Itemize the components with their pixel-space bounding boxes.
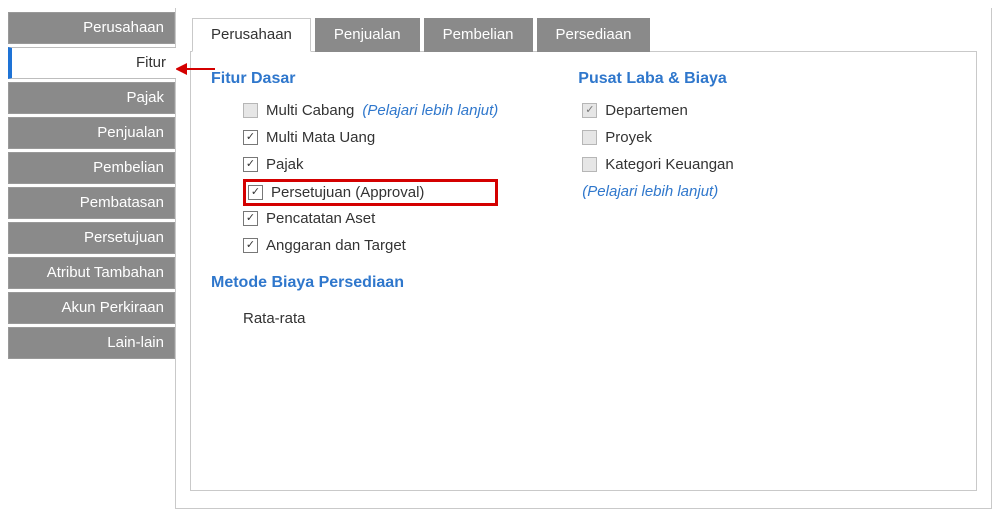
checkbox-label: Multi Cabang (266, 102, 354, 119)
checkbox-label: Pajak (266, 156, 304, 173)
learn-more-link[interactable]: (Pelajari lebih lanjut) (362, 102, 498, 119)
tab-persediaan[interactable]: Persediaan (537, 18, 651, 52)
check-row-multi-cabang: Multi Cabang (Pelajari lebih lanjut) (243, 98, 498, 125)
checkbox-label: Pencatatan Aset (266, 210, 375, 227)
learn-more-row: (Pelajari lebih lanjut) (582, 179, 733, 206)
checkbox-pencatatan-aset[interactable]: ✓ (243, 211, 258, 226)
section-title-metode-biaya: Metode Biaya Persediaan (211, 274, 498, 292)
checkbox-label: Departemen (605, 102, 688, 119)
learn-more-link-plb[interactable]: (Pelajari lebih lanjut) (582, 183, 718, 200)
sidebar: Perusahaan Fitur Pajak Penjualan Pembeli… (8, 8, 175, 509)
check-row-proyek: Proyek (582, 125, 733, 152)
checkbox-kategori-keuangan (582, 157, 597, 172)
sidebar-item-fitur[interactable]: Fitur (8, 47, 176, 79)
check-row-multi-mata-uang: ✓ Multi Mata Uang (243, 125, 498, 152)
sidebar-item-pembelian[interactable]: Pembelian (8, 152, 175, 184)
checkbox-label: Proyek (605, 129, 652, 146)
metode-biaya-value: Rata-rata (211, 302, 498, 327)
checkbox-multi-mata-uang[interactable]: ✓ (243, 130, 258, 145)
checkbox-persetujuan[interactable]: ✓ (248, 185, 263, 200)
sidebar-item-lain-lain[interactable]: Lain-lain (8, 327, 175, 359)
sidebar-item-atribut-tambahan[interactable]: Atribut Tambahan (8, 257, 175, 289)
check-row-pajak: ✓ Pajak (243, 152, 498, 179)
checkbox-pajak[interactable]: ✓ (243, 157, 258, 172)
sidebar-item-persetujuan[interactable]: Persetujuan (8, 222, 175, 254)
tab-body: Fitur Dasar Multi Cabang (Pelajari lebih… (190, 51, 977, 491)
checkbox-multi-cabang (243, 103, 258, 118)
tab-pembelian[interactable]: Pembelian (424, 18, 533, 52)
section-title-fitur-dasar: Fitur Dasar (211, 70, 498, 88)
check-row-anggaran-target: ✓ Anggaran dan Target (243, 233, 498, 260)
checkbox-anggaran-target[interactable]: ✓ (243, 238, 258, 253)
checkbox-label: Multi Mata Uang (266, 129, 375, 146)
check-row-kategori-keuangan: Kategori Keuangan (582, 152, 733, 179)
content-area: Perusahaan Penjualan Pembelian Persediaa… (175, 8, 992, 509)
sidebar-item-akun-perkiraan[interactable]: Akun Perkiraan (8, 292, 175, 324)
checkbox-label: Kategori Keuangan (605, 156, 733, 173)
sidebar-item-pajak[interactable]: Pajak (8, 82, 175, 114)
checkbox-departemen: ✓ (582, 103, 597, 118)
check-row-departemen: ✓ Departemen (582, 98, 733, 125)
checkbox-label: Persetujuan (Approval) (271, 184, 424, 201)
sidebar-item-penjualan[interactable]: Penjualan (8, 117, 175, 149)
checkbox-proyek (582, 130, 597, 145)
check-row-pencatatan-aset: ✓ Pencatatan Aset (243, 206, 498, 233)
section-title-pusat-laba: Pusat Laba & Biaya (578, 70, 733, 88)
sidebar-item-perusahaan[interactable]: Perusahaan (8, 12, 175, 44)
tab-perusahaan[interactable]: Perusahaan (192, 18, 311, 52)
tabs: Perusahaan Penjualan Pembelian Persediaa… (192, 18, 977, 52)
tab-penjualan[interactable]: Penjualan (315, 18, 420, 52)
sidebar-item-pembatasan[interactable]: Pembatasan (8, 187, 175, 219)
checkbox-label: Anggaran dan Target (266, 237, 406, 254)
check-row-persetujuan: ✓ Persetujuan (Approval) (243, 179, 498, 206)
